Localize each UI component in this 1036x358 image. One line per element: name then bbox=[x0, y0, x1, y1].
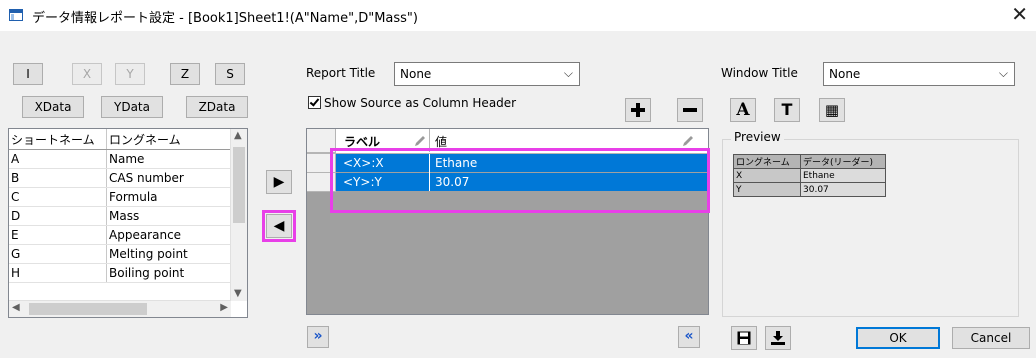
zdata-button[interactable]: ZData bbox=[186, 96, 248, 118]
short-name-cell: G bbox=[9, 244, 107, 264]
axis-button-z[interactable]: Z bbox=[170, 63, 200, 85]
collapse-button[interactable]: « bbox=[678, 326, 700, 348]
axis-button-s[interactable]: S bbox=[215, 63, 245, 85]
report-title-dropdown[interactable]: None ⌵ bbox=[394, 62, 580, 86]
list-row[interactable]: A Name bbox=[9, 149, 234, 169]
plus-icon bbox=[631, 103, 645, 117]
list-row[interactable]: G Melting point bbox=[9, 244, 234, 264]
list-row[interactable]: C Formula bbox=[9, 187, 234, 207]
xdata-button[interactable]: XData bbox=[22, 96, 84, 118]
long-name-cell: CAS number bbox=[106, 168, 234, 188]
scroll-up-icon[interactable]: ▲ bbox=[234, 129, 242, 143]
scroll-right-icon[interactable]: ▶ bbox=[220, 301, 228, 315]
long-name-cell: Appearance bbox=[106, 225, 234, 245]
chevron-down-icon: ⌵ bbox=[563, 66, 573, 80]
vertical-scroll-thumb[interactable] bbox=[233, 147, 245, 223]
cancel-button[interactable]: Cancel bbox=[952, 327, 1030, 349]
download-icon bbox=[771, 331, 785, 345]
short-name-cell: C bbox=[9, 187, 107, 207]
short-name-cell: A bbox=[9, 149, 107, 169]
list-row[interactable]: B CAS number bbox=[9, 168, 234, 188]
delete-row-button[interactable] bbox=[677, 98, 703, 122]
long-name-cell: Melting point bbox=[106, 244, 234, 264]
window-title-dropdown[interactable]: None ⌵ bbox=[823, 62, 1015, 86]
short-name-cell: B bbox=[9, 168, 107, 188]
table-format-button[interactable]: ▦ bbox=[819, 98, 845, 122]
list-row[interactable]: E Appearance bbox=[9, 225, 234, 245]
show-source-label: Show Source as Column Header bbox=[324, 96, 517, 110]
window-title-value: None bbox=[829, 67, 861, 81]
preview-cell: X bbox=[733, 168, 801, 183]
window-icon bbox=[9, 9, 23, 21]
short-name-cell: H bbox=[9, 263, 107, 283]
minus-icon bbox=[683, 108, 697, 112]
selection-highlight-frame bbox=[330, 148, 710, 213]
data-info-report-dialog: データ情報レポート設定 - [Book1]Sheet1!(A"Name",D"M… bbox=[0, 0, 1036, 358]
axis-button-y[interactable]: Y bbox=[115, 63, 145, 85]
long-name-cell: Mass bbox=[106, 206, 234, 226]
axis-button-x[interactable]: X bbox=[72, 63, 102, 85]
font-button[interactable]: A bbox=[730, 98, 756, 122]
preview-table: ロングネーム データ(リーダー) X Ethane Y 30.07 bbox=[733, 154, 886, 197]
show-source-checkbox[interactable] bbox=[308, 96, 321, 109]
save-icon bbox=[737, 331, 751, 345]
add-to-report-button[interactable]: ▶ bbox=[266, 170, 292, 194]
window-title-label: Window Title bbox=[721, 66, 798, 80]
preview-row: X Ethane bbox=[733, 168, 886, 183]
short-name-cell: D bbox=[9, 206, 107, 226]
close-icon[interactable]: ✕ bbox=[1011, 3, 1028, 25]
preview-cell: Y bbox=[733, 182, 801, 197]
remove-from-report-button[interactable]: ◀ bbox=[266, 214, 292, 238]
font-icon: A bbox=[736, 100, 750, 120]
ok-button[interactable]: OK bbox=[856, 327, 940, 349]
preview-header-cell: ロングネーム bbox=[733, 154, 801, 169]
save-settings-button[interactable] bbox=[731, 326, 757, 350]
chevron-down-icon: ⌵ bbox=[998, 66, 1008, 80]
preview-row: Y 30.07 bbox=[733, 182, 886, 197]
text-icon: T bbox=[781, 100, 793, 119]
column-list-header: ショートネーム ロングネーム bbox=[9, 129, 234, 150]
preview-label: Preview bbox=[731, 130, 784, 144]
axis-button-i[interactable]: I bbox=[13, 63, 43, 85]
ydata-button[interactable]: YData bbox=[101, 96, 163, 118]
add-row-button[interactable] bbox=[625, 98, 651, 122]
scroll-down-icon[interactable]: ▼ bbox=[234, 287, 242, 301]
horizontal-scroll-thumb[interactable] bbox=[29, 303, 147, 315]
expand-button[interactable]: » bbox=[307, 326, 329, 348]
load-settings-button[interactable] bbox=[765, 326, 791, 350]
short-name-cell: E bbox=[9, 225, 107, 245]
long-name-cell: Boiling point bbox=[106, 263, 234, 283]
list-vertical-scrollbar[interactable]: ▲ ▼ bbox=[230, 129, 247, 301]
long-name-cell: Name bbox=[106, 149, 234, 169]
header-long-name[interactable]: ロングネーム bbox=[106, 129, 234, 150]
text-style-button[interactable]: T bbox=[774, 98, 800, 122]
preview-cell: Ethane bbox=[800, 168, 886, 183]
table-icon: ▦ bbox=[824, 101, 840, 119]
report-title-value: None bbox=[400, 67, 432, 81]
list-row[interactable]: D Mass bbox=[9, 206, 234, 226]
preview-header-cell: データ(リーダー) bbox=[800, 154, 886, 169]
preview-header-row: ロングネーム データ(リーダー) bbox=[733, 154, 886, 169]
pencil-icon bbox=[415, 136, 425, 146]
preview-cell: 30.07 bbox=[800, 182, 886, 197]
report-title-label: Report Title bbox=[306, 66, 376, 80]
window-title-text: データ情報レポート設定 - [Book1]Sheet1!(A"Name",D"M… bbox=[32, 11, 418, 26]
column-list-grid[interactable]: ショートネーム ロングネーム A Name B CAS number C Formul… bbox=[8, 128, 248, 318]
title-bar: データ情報レポート設定 - [Book1]Sheet1!(A"Name",D"M… bbox=[0, 0, 1036, 31]
pencil-icon bbox=[683, 136, 693, 146]
header-short-name[interactable]: ショートネーム bbox=[9, 129, 107, 150]
long-name-cell: Formula bbox=[106, 187, 234, 207]
scroll-left-icon[interactable]: ◀ bbox=[12, 301, 20, 315]
list-horizontal-scrollbar[interactable]: ◀ ▶ bbox=[9, 300, 231, 317]
list-row[interactable]: H Boiling point bbox=[9, 263, 234, 283]
